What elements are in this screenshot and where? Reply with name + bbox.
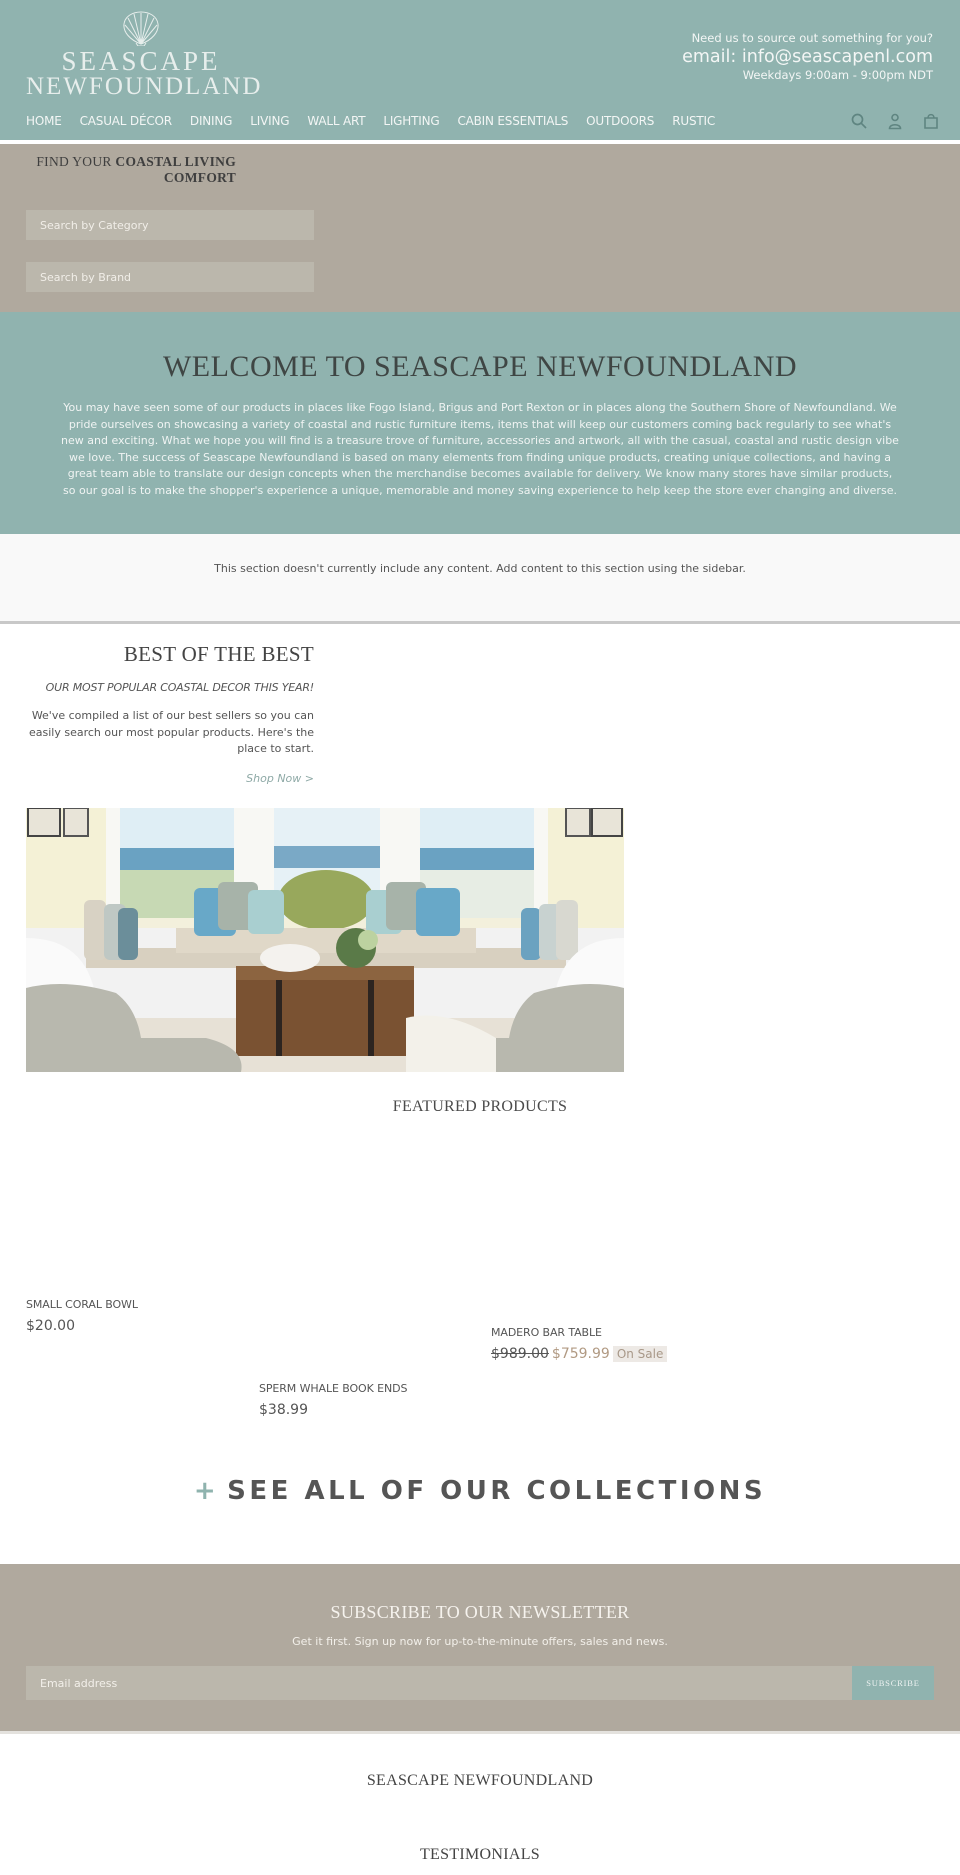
cart-icon[interactable]	[922, 112, 940, 130]
on-sale-badge: On Sale	[612, 1346, 668, 1362]
nav-outdoors[interactable]: OUTDOORS	[586, 114, 654, 128]
empty-section: This section doesn't currently include a…	[0, 534, 960, 624]
welcome-title: WELCOME TO SEASCAPE NEWFOUNDLAND	[162, 350, 798, 383]
header-icons	[850, 112, 940, 130]
best-subtitle: OUR MOST POPULAR COASTAL DECOR THIS YEAR…	[45, 681, 315, 694]
product-card[interactable]: SPERM WHALE BOOK ENDS $38.99	[259, 1382, 407, 1418]
newsletter-subtitle: Get it first. Sign up now for up-to-the-…	[292, 1635, 668, 1648]
shop-now-link[interactable]: Shop Now >	[26, 772, 314, 785]
search-by-category-input[interactable]	[26, 210, 314, 240]
best-description: We've compiled a list of our best seller…	[28, 709, 314, 755]
welcome-section: WELCOME TO SEASCAPE NEWFOUNDLAND You may…	[0, 312, 960, 534]
newsletter-title: SUBSCRIBE TO OUR NEWSLETTER	[330, 1602, 630, 1622]
nav-wall-art[interactable]: WALL ART	[307, 114, 365, 128]
best-of-section: BEST OF THE BEST OUR MOST POPULAR COASTA…	[0, 624, 960, 1078]
coastal-living-room-image[interactable]	[26, 808, 624, 1072]
product-price: $20.00	[26, 1318, 75, 1334]
featured-title: FEATURED PRODUCTS	[392, 1098, 568, 1115]
finder-title-bold: COASTAL LIVING COMFORT	[115, 154, 236, 185]
testimonials-title: TESTIMONIALS	[419, 1846, 541, 1863]
nav-rustic[interactable]: RUSTIC	[672, 114, 715, 128]
nav-lighting[interactable]: LIGHTING	[383, 114, 439, 128]
best-title: BEST OF THE BEST	[123, 642, 314, 666]
newsletter-section: SUBSCRIBE TO OUR NEWSLETTER Get it first…	[0, 1564, 960, 1734]
email-input[interactable]	[26, 1666, 852, 1700]
empty-section-message: This section doesn't currently include a…	[214, 562, 746, 575]
site-logo[interactable]: SEASCAPE NEWFOUNDLAND	[26, 10, 263, 100]
contact-email[interactable]: email: info@seascapenl.com	[682, 46, 933, 68]
logo-line1: SEASCAPE	[61, 46, 221, 76]
footer-brand: SEASCAPE NEWFOUNDLAND	[366, 1772, 594, 1789]
product-name[interactable]: SMALL CORAL BOWL	[26, 1298, 138, 1311]
product-old-price: $989.00	[491, 1346, 549, 1362]
logo-line2: NEWFOUNDLAND	[26, 73, 263, 100]
welcome-body: You may have seen some of our products i…	[61, 401, 899, 497]
product-name[interactable]: MADERO BAR TABLE	[491, 1326, 667, 1339]
collections-cta: + SEE ALL OF OUR COLLECTIONS	[0, 1474, 960, 1564]
finder-title-plain: FIND YOUR	[36, 154, 116, 169]
nav-home[interactable]: HOME	[26, 114, 62, 128]
nav-cabin-essentials[interactable]: CABIN ESSENTIALS	[457, 114, 568, 128]
contact-prompt: Need us to source out something for you?	[691, 31, 933, 45]
contact-hours: Weekdays 9:00am - 9:00pm NDT	[742, 68, 933, 82]
search-icon[interactable]	[850, 112, 868, 130]
product-finder: FIND YOUR COASTAL LIVING COMFORT	[0, 144, 960, 312]
product-price: $38.99	[259, 1402, 308, 1418]
nav-living[interactable]: LIVING	[250, 114, 289, 128]
nav-casual-decor[interactable]: CASUAL DÉCOR	[80, 114, 172, 128]
search-by-brand-input[interactable]	[26, 262, 314, 292]
finder-title: FIND YOUR COASTAL LIVING COMFORT	[26, 154, 236, 186]
nav-dining[interactable]: DINING	[190, 114, 233, 128]
see-all-collections-link[interactable]: + SEE ALL OF OUR COLLECTIONS	[194, 1476, 766, 1506]
see-all-collections-label: SEE ALL OF OUR COLLECTIONS	[227, 1476, 767, 1506]
product-card[interactable]: MADERO BAR TABLE $989.00 $759.99 On Sale	[491, 1326, 668, 1362]
plus-icon: +	[193, 1476, 220, 1506]
account-icon[interactable]	[886, 112, 904, 130]
subscribe-button[interactable]: SUBSCRIBE	[852, 1666, 934, 1700]
product-name[interactable]: SPERM WHALE BOOK ENDS	[259, 1382, 407, 1395]
newsletter-form: SUBSCRIBE	[26, 1666, 934, 1700]
main-nav: HOME CASUAL DÉCOR DINING LIVING WALL ART…	[26, 114, 733, 128]
featured-products: FEATURED PRODUCTS SMALL CORAL BOWL $20.0…	[0, 1078, 960, 1474]
best-text: BEST OF THE BEST OUR MOST POPULAR COASTA…	[26, 642, 314, 785]
scallop-shell-icon	[123, 11, 159, 46]
site-header: SEASCAPE NEWFOUNDLAND Need us to source …	[0, 0, 960, 144]
product-sale-price: $759.99	[551, 1346, 610, 1362]
contact-info: Need us to source out something for you?…	[682, 30, 933, 83]
product-card[interactable]: SMALL CORAL BOWL $20.00	[26, 1298, 138, 1334]
product-price: $989.00 $759.99 On Sale	[491, 1346, 668, 1362]
